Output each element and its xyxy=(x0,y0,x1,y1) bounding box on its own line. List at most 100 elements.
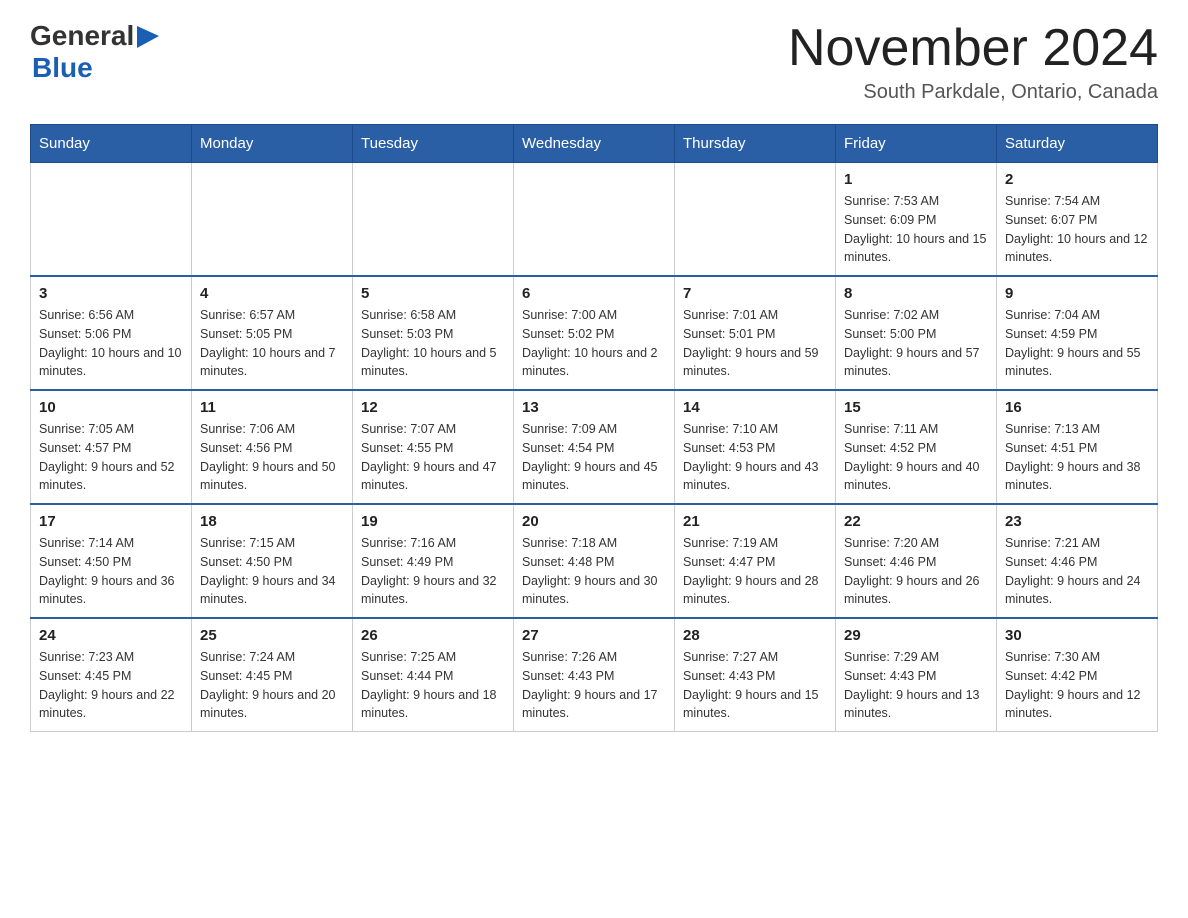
calendar-cell: 13Sunrise: 7:09 AMSunset: 4:54 PMDayligh… xyxy=(514,390,675,504)
calendar-cell: 15Sunrise: 7:11 AMSunset: 4:52 PMDayligh… xyxy=(836,390,997,504)
day-info: Sunrise: 7:26 AMSunset: 4:43 PMDaylight:… xyxy=(522,648,666,723)
header-sunday: Sunday xyxy=(31,125,192,163)
day-number: 18 xyxy=(200,513,344,530)
logo-blue: Blue xyxy=(32,52,93,84)
day-info: Sunrise: 6:56 AMSunset: 5:06 PMDaylight:… xyxy=(39,306,183,381)
calendar-cell: 20 Sunrise: 7:18 AMSunset: 4:48 PMDayligh… xyxy=(514,504,675,618)
calendar-table: Sunday Monday Tuesday Wednesday Thursday… xyxy=(30,124,1158,732)
calendar-cell: 30 Sunrise: 7:30 AMSunset: 4:42 PMDayligh… xyxy=(997,618,1158,732)
day-info: Sunrise: 7:19 AMSunset: 4:47 PMDaylight:… xyxy=(683,534,827,609)
day-number: 19 xyxy=(361,513,505,530)
day-info: Sunrise: 7:30 AMSunset: 4:42 PMDaylight:… xyxy=(1005,648,1149,723)
day-number: 30 xyxy=(1005,627,1149,644)
day-info: Sunrise: 7:02 AMSunset: 5:00 PMDaylight:… xyxy=(844,306,988,381)
calendar-cell: 12Sunrise: 7:07 AMSunset: 4:55 PMDayligh… xyxy=(353,390,514,504)
header-wednesday: Wednesday xyxy=(514,125,675,163)
calendar-cell: 23Sunrise: 7:21 AMSunset: 4:46 PMDayligh… xyxy=(997,504,1158,618)
day-number: 17 xyxy=(39,513,183,530)
logo-triangle-icon xyxy=(137,26,159,48)
calendar-cell: 16 Sunrise: 7:13 AMSunset: 4:51 PMDayligh… xyxy=(997,390,1158,504)
day-number: 7 xyxy=(683,285,827,302)
day-info: Sunrise: 7:24 AMSunset: 4:45 PMDaylight:… xyxy=(200,648,344,723)
day-info: Sunrise: 7:29 AMSunset: 4:43 PMDaylight:… xyxy=(844,648,988,723)
day-number: 10 xyxy=(39,399,183,416)
header-friday: Friday xyxy=(836,125,997,163)
calendar-cell: 26 Sunrise: 7:25 AMSunset: 4:44 PMDayligh… xyxy=(353,618,514,732)
day-number: 2 xyxy=(1005,171,1149,188)
header-thursday: Thursday xyxy=(675,125,836,163)
day-number: 3 xyxy=(39,285,183,302)
day-info: Sunrise: 7:54 AMSunset: 6:07 PMDaylight:… xyxy=(1005,192,1149,267)
calendar-cell: 19Sunrise: 7:16 AMSunset: 4:49 PMDayligh… xyxy=(353,504,514,618)
day-info: Sunrise: 7:25 AMSunset: 4:44 PMDaylight:… xyxy=(361,648,505,723)
day-number: 27 xyxy=(522,627,666,644)
calendar-cell xyxy=(675,163,836,277)
calendar-cell: 1 Sunrise: 7:53 AMSunset: 6:09 PMDaylight… xyxy=(836,163,997,277)
day-info: Sunrise: 6:57 AMSunset: 5:05 PMDaylight:… xyxy=(200,306,344,381)
calendar-cell: 24 Sunrise: 7:23 AMSunset: 4:45 PMDayligh… xyxy=(31,618,192,732)
day-info: Sunrise: 7:18 AMSunset: 4:48 PMDaylight:… xyxy=(522,534,666,609)
day-number: 26 xyxy=(361,627,505,644)
calendar-cell: 29 Sunrise: 7:29 AMSunset: 4:43 PMDayligh… xyxy=(836,618,997,732)
calendar-cell: 22 Sunrise: 7:20 AMSunset: 4:46 PMDayligh… xyxy=(836,504,997,618)
day-number: 29 xyxy=(844,627,988,644)
day-number: 25 xyxy=(200,627,344,644)
header-tuesday: Tuesday xyxy=(353,125,514,163)
day-number: 16 xyxy=(1005,399,1149,416)
day-number: 5 xyxy=(361,285,505,302)
calendar-cell: 27 Sunrise: 7:26 AMSunset: 4:43 PMDayligh… xyxy=(514,618,675,732)
day-number: 12 xyxy=(361,399,505,416)
day-info: Sunrise: 7:23 AMSunset: 4:45 PMDaylight:… xyxy=(39,648,183,723)
day-number: 1 xyxy=(844,171,988,188)
day-info: Sunrise: 7:05 AMSunset: 4:57 PMDaylight:… xyxy=(39,420,183,495)
calendar-week-4: 17 Sunrise: 7:14 AMSunset: 4:50 PMDayligh… xyxy=(31,504,1158,618)
day-info: Sunrise: 7:15 AMSunset: 4:50 PMDaylight:… xyxy=(200,534,344,609)
calendar-cell xyxy=(514,163,675,277)
calendar-week-1: 1 Sunrise: 7:53 AMSunset: 6:09 PMDaylight… xyxy=(31,163,1158,277)
day-number: 13 xyxy=(522,399,666,416)
day-number: 23 xyxy=(1005,513,1149,530)
day-info: Sunrise: 7:20 AMSunset: 4:46 PMDaylight:… xyxy=(844,534,988,609)
location: South Parkdale, Ontario, Canada xyxy=(788,81,1158,104)
title-section: November 2024 South Parkdale, Ontario, C… xyxy=(788,20,1158,104)
day-number: 15 xyxy=(844,399,988,416)
day-number: 20 xyxy=(522,513,666,530)
day-info: Sunrise: 7:10 AMSunset: 4:53 PMDaylight:… xyxy=(683,420,827,495)
day-info: Sunrise: 7:53 AMSunset: 6:09 PMDaylight:… xyxy=(844,192,988,267)
calendar-cell xyxy=(192,163,353,277)
calendar-cell: 17 Sunrise: 7:14 AMSunset: 4:50 PMDayligh… xyxy=(31,504,192,618)
logo-general: General xyxy=(30,20,134,52)
day-number: 24 xyxy=(39,627,183,644)
calendar-cell xyxy=(353,163,514,277)
calendar-cell: 5Sunrise: 6:58 AMSunset: 5:03 PMDaylight… xyxy=(353,276,514,390)
day-number: 6 xyxy=(522,285,666,302)
calendar-cell: 6 Sunrise: 7:00 AMSunset: 5:02 PMDaylight… xyxy=(514,276,675,390)
calendar-cell: 8Sunrise: 7:02 AMSunset: 5:00 PMDaylight… xyxy=(836,276,997,390)
page-header: General Blue November 2024 South Parkdal… xyxy=(30,20,1158,104)
day-number: 14 xyxy=(683,399,827,416)
calendar-week-3: 10 Sunrise: 7:05 AMSunset: 4:57 PMDayligh… xyxy=(31,390,1158,504)
day-info: Sunrise: 7:13 AMSunset: 4:51 PMDaylight:… xyxy=(1005,420,1149,495)
calendar-cell: 2 Sunrise: 7:54 AMSunset: 6:07 PMDaylight… xyxy=(997,163,1158,277)
calendar-cell: 7 Sunrise: 7:01 AMSunset: 5:01 PMDaylight… xyxy=(675,276,836,390)
day-info: Sunrise: 7:00 AMSunset: 5:02 PMDaylight:… xyxy=(522,306,666,381)
calendar-cell: 10 Sunrise: 7:05 AMSunset: 4:57 PMDayligh… xyxy=(31,390,192,504)
day-info: Sunrise: 7:06 AMSunset: 4:56 PMDaylight:… xyxy=(200,420,344,495)
calendar-cell: 9Sunrise: 7:04 AMSunset: 4:59 PMDaylight… xyxy=(997,276,1158,390)
calendar-week-5: 24 Sunrise: 7:23 AMSunset: 4:45 PMDayligh… xyxy=(31,618,1158,732)
day-info: Sunrise: 7:27 AMSunset: 4:43 PMDaylight:… xyxy=(683,648,827,723)
calendar-cell: 28 Sunrise: 7:27 AMSunset: 4:43 PMDayligh… xyxy=(675,618,836,732)
calendar-cell: 3 Sunrise: 6:56 AMSunset: 5:06 PMDaylight… xyxy=(31,276,192,390)
day-info: Sunrise: 7:14 AMSunset: 4:50 PMDaylight:… xyxy=(39,534,183,609)
header-saturday: Saturday xyxy=(997,125,1158,163)
day-number: 9 xyxy=(1005,285,1149,302)
day-number: 22 xyxy=(844,513,988,530)
day-info: Sunrise: 7:01 AMSunset: 5:01 PMDaylight:… xyxy=(683,306,827,381)
calendar-cell: 14 Sunrise: 7:10 AMSunset: 4:53 PMDayligh… xyxy=(675,390,836,504)
calendar-cell: 11 Sunrise: 7:06 AMSunset: 4:56 PMDayligh… xyxy=(192,390,353,504)
header-monday: Monday xyxy=(192,125,353,163)
day-number: 28 xyxy=(683,627,827,644)
logo: General Blue xyxy=(30,20,159,84)
day-number: 11 xyxy=(200,399,344,416)
day-number: 21 xyxy=(683,513,827,530)
